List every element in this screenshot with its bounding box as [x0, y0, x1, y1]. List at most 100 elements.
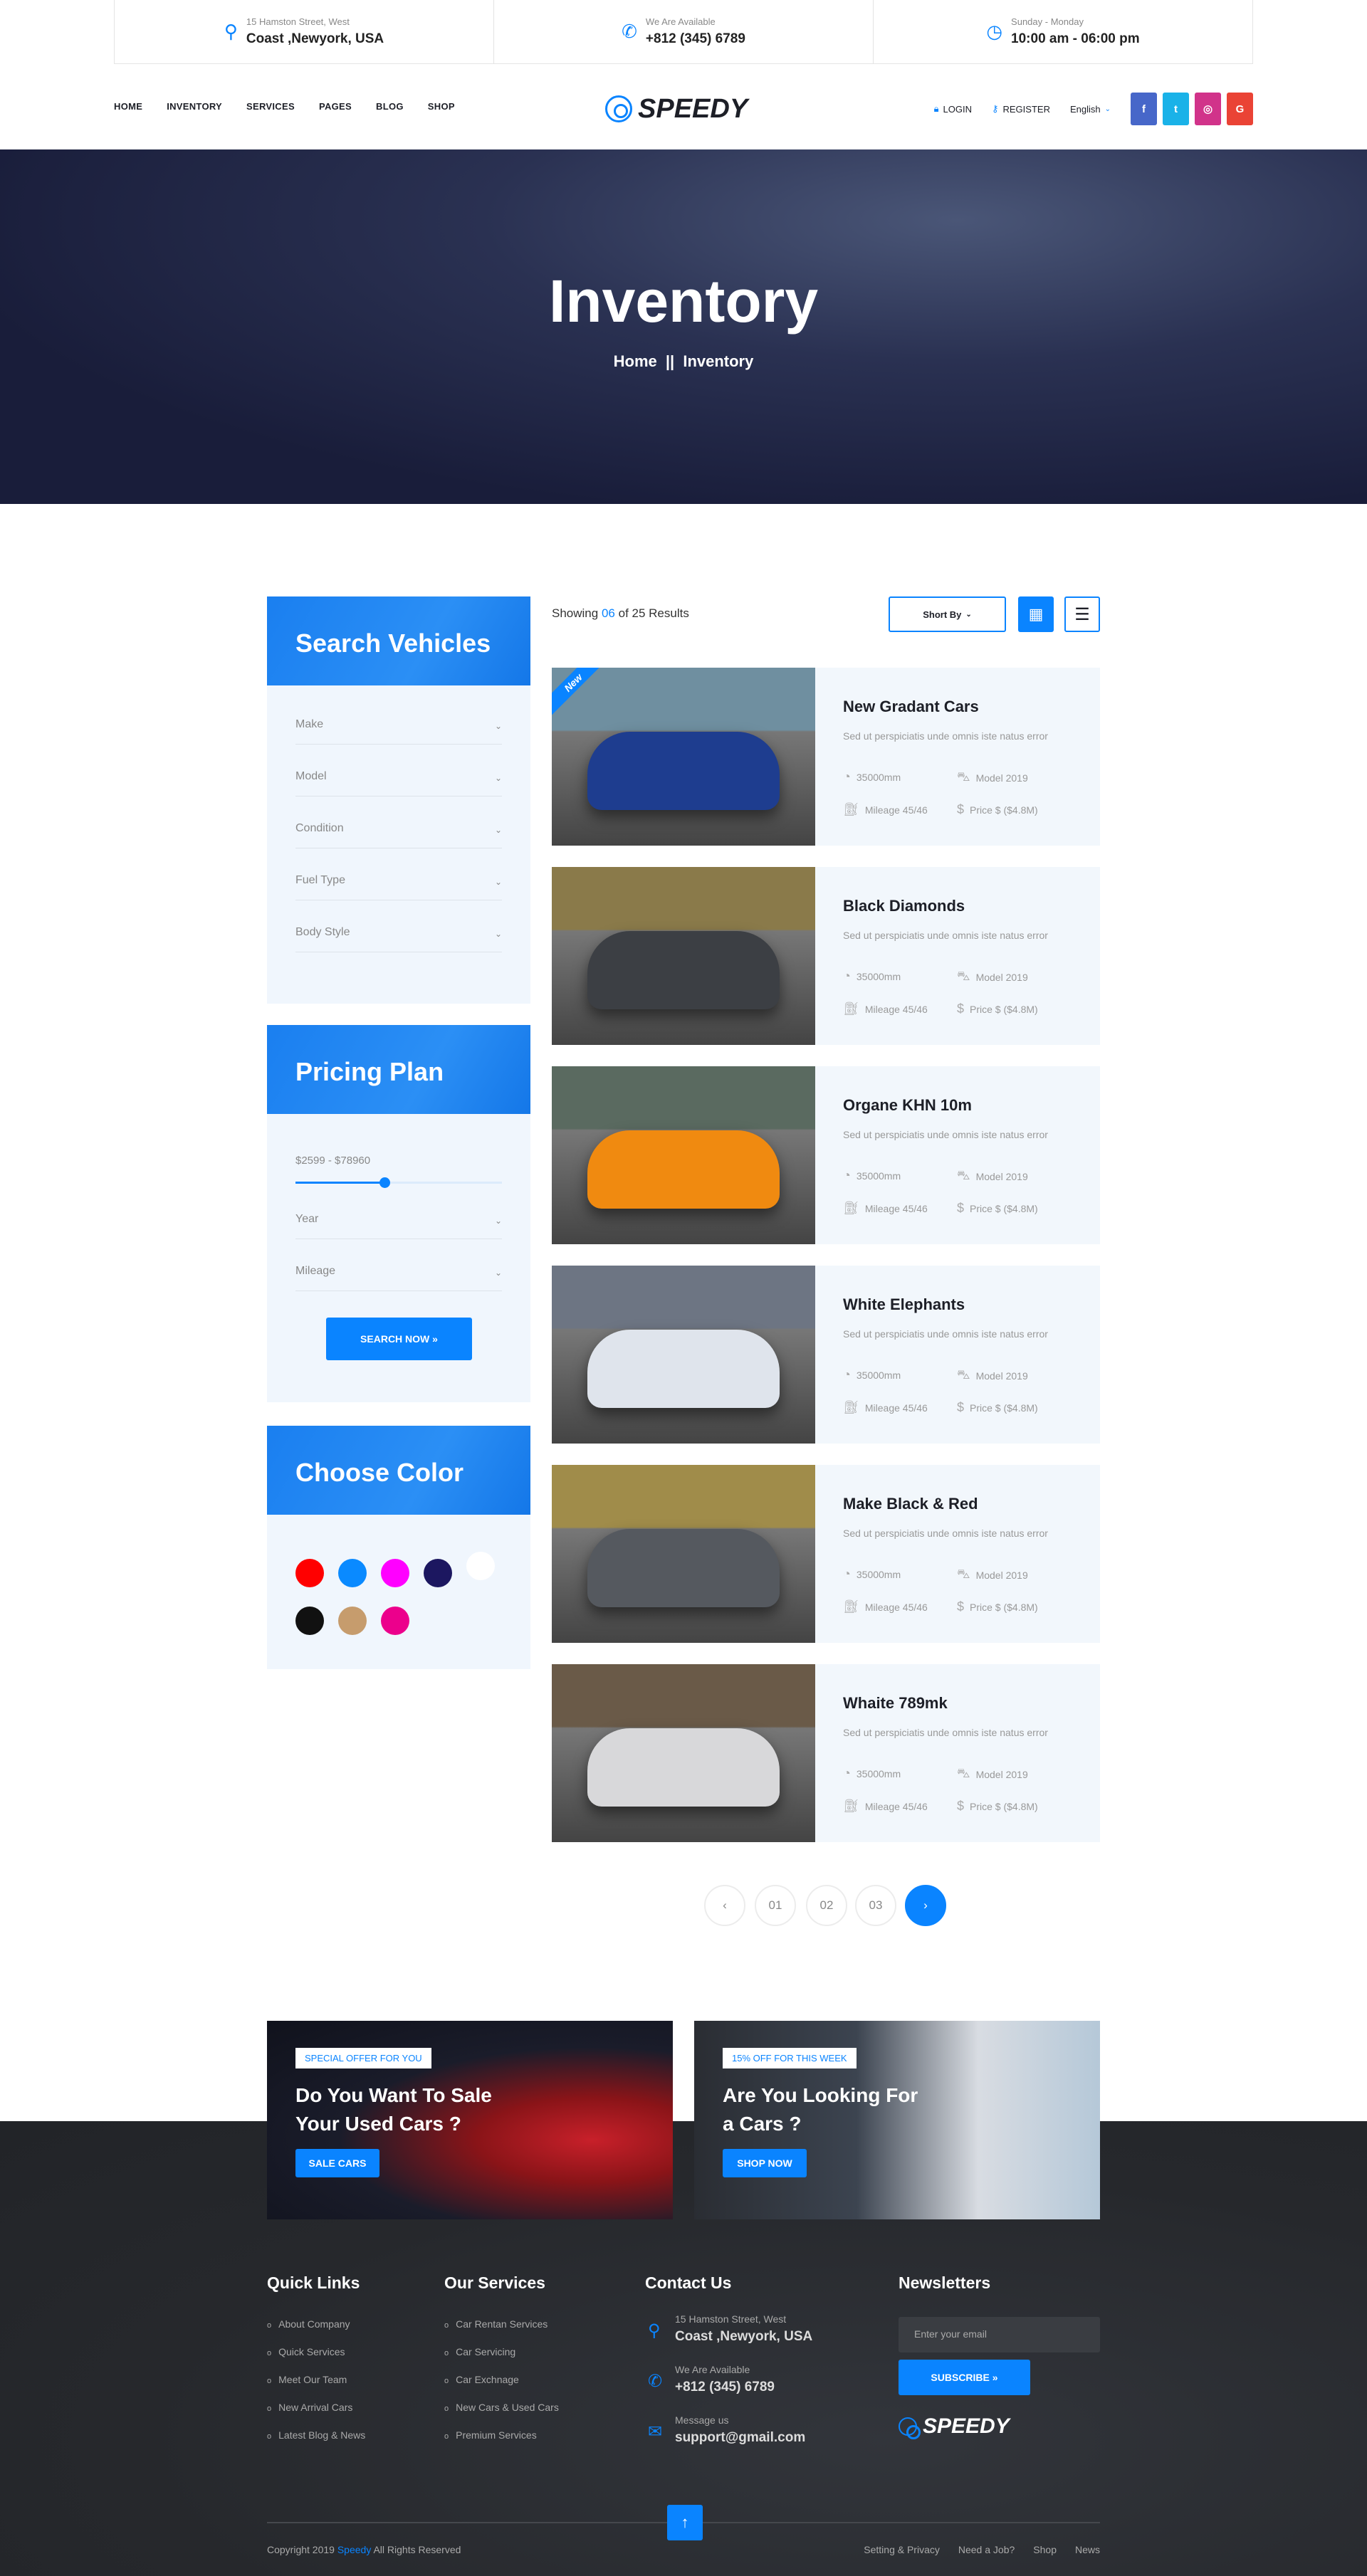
- logo[interactable]: SPEEDY: [605, 93, 748, 125]
- car-title[interactable]: Organe KHN 10m: [843, 1096, 972, 1115]
- color-swatch[interactable]: [338, 1559, 367, 1587]
- price-slider-handle[interactable]: [379, 1177, 390, 1188]
- spec-value: Price $ ($4.8M): [970, 1601, 1038, 1613]
- google-icon[interactable]: G: [1227, 93, 1253, 125]
- spec-mileage: ⛽︎ Mileage 45/46: [843, 1400, 928, 1415]
- spec-value: 35000mm: [856, 771, 901, 783]
- footer-link[interactable]: Shop: [1033, 2544, 1057, 2555]
- price-slider[interactable]: [295, 1177, 502, 1188]
- register-link[interactable]: ⚷ REGISTER: [992, 103, 1050, 115]
- quick-link[interactable]: Quick Services: [267, 2346, 345, 2357]
- price-slider-fill: [295, 1182, 384, 1184]
- footer-link[interactable]: Need a Job?: [958, 2544, 1015, 2555]
- nav-services[interactable]: SERVICES: [246, 101, 295, 112]
- new-badge: New: [552, 668, 609, 719]
- car-title[interactable]: New Gradant Cars: [843, 698, 979, 716]
- select-year[interactable]: Year ⌄: [295, 1187, 502, 1239]
- grid-icon: ▦: [1028, 605, 1044, 623]
- service-link[interactable]: Car Rentan Services: [444, 2318, 548, 2330]
- nav-inventory[interactable]: INVENTORY: [167, 101, 222, 112]
- footer-link[interactable]: Setting & Privacy: [864, 2544, 940, 2555]
- spec-distance: ◔ 35000mm: [843, 1567, 901, 1582]
- chevron-down-icon: ⌄: [494, 1216, 502, 1226]
- select-model[interactable]: Model ⌄: [295, 745, 502, 797]
- list-view-button[interactable]: ☰: [1064, 596, 1100, 632]
- nav-pages[interactable]: PAGES: [319, 101, 352, 112]
- phone-number[interactable]: +812 (345) 6789: [646, 31, 745, 47]
- car-title[interactable]: Black Diamonds: [843, 897, 965, 915]
- car-listing[interactable]: Make Black & Red Sed ut perspiciatis unde…: [552, 1465, 1100, 1643]
- color-swatch[interactable]: [466, 1552, 495, 1580]
- newsletter-email-input[interactable]: Enter your email: [899, 2317, 1100, 2352]
- promo-button[interactable]: SALE CARS: [295, 2149, 379, 2177]
- car-description: Sed ut perspiciatis unde omnis iste natu…: [843, 730, 1048, 742]
- search-now-button[interactable]: SEARCH NOW »: [326, 1318, 472, 1360]
- car-image[interactable]: New: [552, 668, 815, 846]
- select-fuel-type[interactable]: Fuel Type ⌄: [295, 848, 502, 900]
- car-title[interactable]: Make Black & Red: [843, 1495, 978, 1513]
- select-condition[interactable]: Condition ⌄: [295, 797, 502, 848]
- instagram-icon[interactable]: ◎: [1195, 93, 1221, 125]
- quick-link[interactable]: About Company: [267, 2318, 350, 2330]
- car-listing[interactable]: New New Gradant Cars Sed ut perspiciatis u…: [552, 668, 1100, 846]
- car-image[interactable]: [552, 1266, 815, 1444]
- facebook-icon[interactable]: f: [1131, 93, 1157, 125]
- contact-value[interactable]: support@gmail.com: [675, 2430, 805, 2446]
- copyright-brand-link[interactable]: Speedy: [337, 2544, 371, 2555]
- select-make[interactable]: Make ⌄: [295, 693, 502, 745]
- spec-price: $ Price $ ($4.8M): [957, 802, 1038, 817]
- car-title[interactable]: White Elephants: [843, 1295, 965, 1314]
- main-nav: HOME INVENTORY SERVICES PAGES BLOG SHOP SPEED…: [114, 93, 1253, 125]
- back-to-top-button[interactable]: ↑: [667, 2505, 703, 2540]
- page-03[interactable]: 03: [855, 1885, 896, 1926]
- select-mileage[interactable]: Mileage ⌄: [295, 1239, 502, 1291]
- footer-link[interactable]: News: [1075, 2544, 1100, 2555]
- breadcrumb-home[interactable]: Home: [614, 352, 657, 370]
- footer-logo[interactable]: SPEEDY: [899, 2414, 1010, 2439]
- price-tag-icon: $: [957, 1400, 965, 1414]
- color-swatch[interactable]: [424, 1559, 452, 1587]
- color-swatch[interactable]: [338, 1607, 367, 1635]
- car-image[interactable]: [552, 1664, 815, 1842]
- login-link[interactable]: 🔒︎ LOGIN: [934, 103, 972, 115]
- color-swatch[interactable]: [381, 1559, 409, 1587]
- color-swatch[interactable]: [381, 1607, 409, 1635]
- breadcrumb-separator: ||: [665, 352, 675, 370]
- service-link[interactable]: New Cars & Used Cars: [444, 2402, 559, 2413]
- car-image[interactable]: [552, 1066, 815, 1244]
- color-swatch[interactable]: [295, 1607, 324, 1635]
- select-body-style[interactable]: Body Style ⌄: [295, 900, 502, 952]
- page-02[interactable]: 02: [806, 1885, 847, 1926]
- quick-link[interactable]: Latest Blog & News: [267, 2429, 365, 2441]
- car-title[interactable]: Whaite 789mk: [843, 1694, 948, 1713]
- prev-page-button[interactable]: ‹: [704, 1885, 745, 1926]
- sort-dropdown[interactable]: Short By ⌄: [889, 596, 1006, 632]
- service-link[interactable]: Car Exchnage: [444, 2374, 519, 2385]
- nav-home[interactable]: HOME: [114, 101, 142, 112]
- car-listing[interactable]: White Elephants Sed ut perspiciatis unde …: [552, 1266, 1100, 1444]
- select-label: Year: [295, 1213, 319, 1225]
- spec-value: 35000mm: [856, 1369, 901, 1381]
- spec-value: Mileage 45/46: [864, 1003, 928, 1015]
- service-link[interactable]: Car Servicing: [444, 2346, 515, 2357]
- color-swatch[interactable]: [295, 1559, 324, 1587]
- quick-link[interactable]: Meet Our Team: [267, 2374, 347, 2385]
- quick-link[interactable]: New Arrival Cars: [267, 2402, 352, 2413]
- grid-view-button[interactable]: ▦: [1018, 596, 1054, 632]
- map-pin-icon: ⚲: [648, 2321, 661, 2340]
- nav-shop[interactable]: SHOP: [428, 101, 455, 112]
- promo-button[interactable]: SHOP NOW: [723, 2149, 807, 2177]
- car-listing[interactable]: Black Diamonds Sed ut perspiciatis unde o…: [552, 867, 1100, 1045]
- car-listing[interactable]: Organe KHN 10m Sed ut perspiciatis unde o…: [552, 1066, 1100, 1244]
- nav-blog[interactable]: BLOG: [376, 101, 404, 112]
- subscribe-button[interactable]: SUBSCRIBE »: [899, 2360, 1030, 2395]
- car-image[interactable]: [552, 1465, 815, 1643]
- service-link[interactable]: Premium Services: [444, 2429, 537, 2441]
- page-01[interactable]: 01: [755, 1885, 796, 1926]
- car-listing[interactable]: Whaite 789mk Sed ut perspiciatis unde omn…: [552, 1664, 1100, 1842]
- contact-value[interactable]: +812 (345) 6789: [675, 2380, 775, 2395]
- next-page-button[interactable]: ›: [905, 1885, 946, 1926]
- language-select[interactable]: English ⌄: [1070, 104, 1111, 115]
- twitter-icon[interactable]: t: [1163, 93, 1189, 125]
- car-image[interactable]: [552, 867, 815, 1045]
